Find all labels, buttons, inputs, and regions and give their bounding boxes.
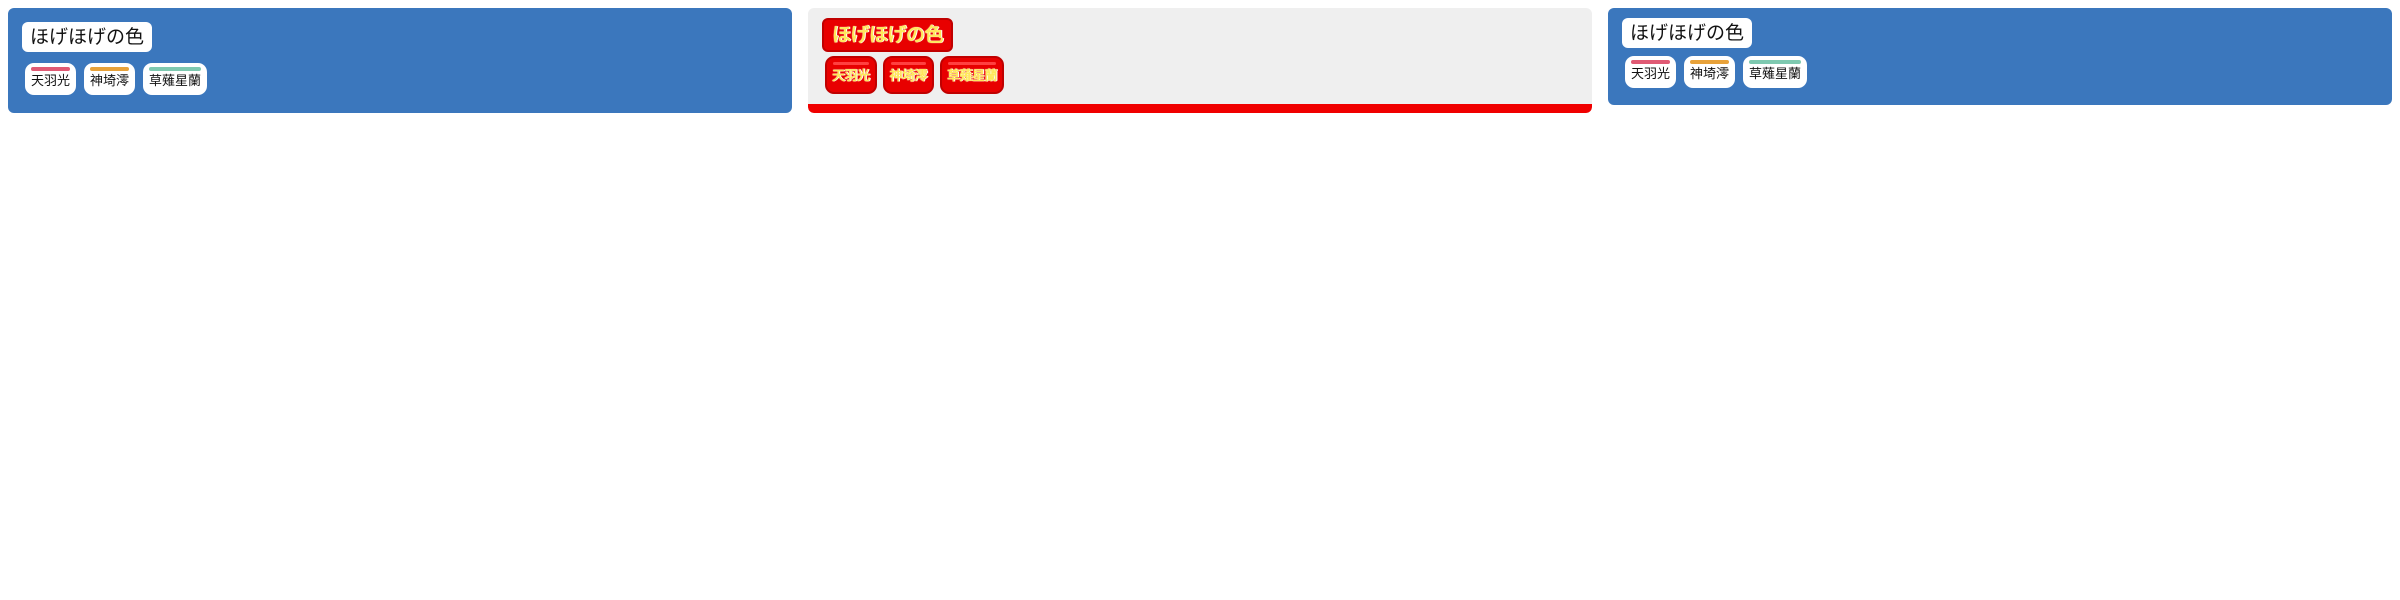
tag-color-bar (31, 67, 71, 71)
tag-label: 神埼澪 (1690, 67, 1730, 82)
tag-color-bar (1631, 60, 1671, 64)
tag-chip[interactable]: 神埼澪 (84, 63, 136, 95)
color-card-right: ほげほげの色 天羽光 神埼澪 草薙星蘭 (1608, 8, 2392, 105)
color-card-left: ほげほげの色 天羽光 神埼澪 草薙星蘭 (8, 8, 792, 113)
tag-color-bar (948, 62, 997, 65)
tag-chip[interactable]: 天羽光 (25, 63, 77, 95)
tag-chip[interactable]: 天羽光 (825, 56, 877, 94)
tag-label: 草薙星蘭 (1749, 67, 1802, 82)
tag-chip[interactable]: 天羽光 (1625, 56, 1677, 88)
tag-label: 草薙星蘭 (947, 69, 998, 84)
card-title: ほげほげの色 (822, 18, 954, 52)
alert-strip (808, 104, 1592, 113)
tag-label: 天羽光 (832, 69, 870, 84)
tag-color-bar (833, 62, 869, 65)
tag-color-bar (149, 67, 202, 71)
tag-label: 草薙星蘭 (149, 74, 202, 89)
tag-color-bar (1690, 60, 1730, 64)
tag-label: 神埼澪 (889, 69, 928, 84)
stage: ほげほげの色 天羽光 神埼澪 草薙星蘭 ほげほげの色 天羽光 神埼澪 草薙星蘭 … (0, 0, 2400, 600)
color-card-middle: ほげほげの色 天羽光 神埼澪 草薙星蘭 (808, 8, 1592, 113)
tag-chip[interactable]: 神埼澪 (1684, 56, 1736, 88)
tag-label: 天羽光 (1631, 67, 1671, 82)
tag-chip[interactable]: 草薙星蘭 (940, 56, 1005, 94)
tag-chip[interactable]: 草薙星蘭 (143, 63, 208, 95)
tag-chip[interactable]: 草薙星蘭 (1743, 56, 1808, 88)
tag-label: 天羽光 (31, 74, 71, 89)
tag-color-bar (1749, 60, 1802, 64)
card-title: ほげほげの色 (1622, 18, 1753, 48)
tag-list: 天羽光 神埼澪 草薙星蘭 (825, 56, 1005, 94)
tag-list: 天羽光 神埼澪 草薙星蘭 (25, 63, 208, 95)
card-title: ほげほげの色 (22, 22, 153, 52)
tag-label: 神埼澪 (90, 74, 130, 89)
tag-chip[interactable]: 神埼澪 (882, 56, 935, 94)
tag-color-bar (890, 62, 927, 65)
tag-color-bar (90, 67, 130, 71)
tag-list: 天羽光 神埼澪 草薙星蘭 (1625, 56, 1808, 88)
